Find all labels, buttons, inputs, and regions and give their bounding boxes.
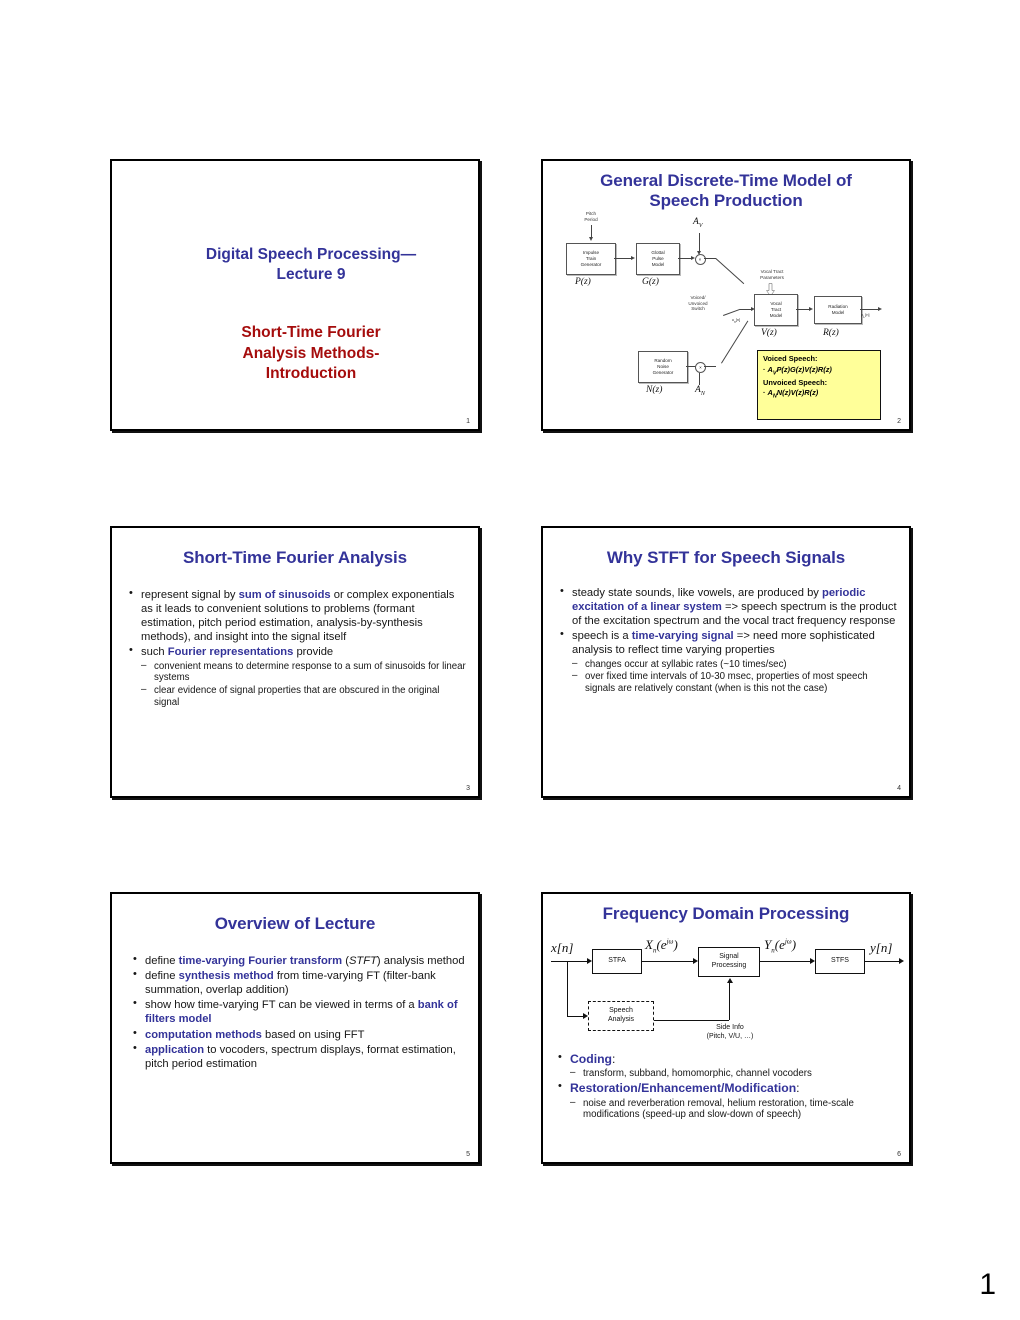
voiced-unvoiced-switch-label: Voiced/Unvoiced Switch [688, 295, 708, 312]
n-z-label: N(z) [646, 385, 663, 395]
bullet-item: define synthesis method from time-varyin… [132, 968, 466, 997]
slide-1-title-line2: Lecture 9 [276, 266, 346, 284]
slide-6-number: 6 [897, 1151, 901, 1158]
glottal-pulse-model-box: Glottal Pulse Model [636, 243, 680, 275]
slide-1-title-line1: Digital Speech Processing— [205, 246, 417, 263]
a-n-label: AN [695, 385, 705, 397]
signal-processing-output-label: Yn(ejω) [764, 937, 797, 955]
voiced-multiplier-icon: × [694, 253, 706, 265]
bullet-item: application to vocoders, spectrum displa… [132, 1042, 466, 1071]
radiation-model-box: Radiation Model [814, 296, 862, 324]
r-z-label: R(z) [823, 328, 839, 338]
slide-2-number: 2 [897, 418, 901, 425]
slide-6-title: Frequency Domain Processing [602, 904, 850, 923]
bullet-item: computation methods based on using FFT [132, 1027, 466, 1042]
bullet-item: Restoration/Enhancement/Modification: no… [557, 1080, 897, 1122]
slide-4-body: steady state sounds, like vowels, are pr… [559, 585, 897, 696]
bullet-item: represent signal by sum of sinusoids or … [128, 587, 466, 644]
sub-bullet-item: over fixed time intervals of 10-30 msec,… [572, 670, 897, 695]
slide-2: General Discrete-Time Model of Speech Pr… [541, 159, 911, 431]
sub-bullet-item: noise and reverberation removal, helium … [570, 1097, 897, 1122]
vocal-tract-model-box: Vocal Tract Model [754, 294, 798, 326]
sub-bullet-item: clear evidence of signal properties that… [141, 684, 466, 709]
slide-1: Digital Speech Processing— Lecture 9 Sho… [110, 159, 480, 431]
sub-bullet-item: transform, subband, homomorphic, channel… [570, 1067, 897, 1080]
slide-1-subtitle-red: Short-Time Fourier Analysis Methods- Int… [126, 323, 478, 429]
stfa-output-label: Xn(ejω) [645, 937, 678, 955]
stfa-block: STFA [592, 949, 642, 974]
pitch-period-label: Pitch Period [584, 211, 598, 222]
slide-2-title-line2: Speech Production [649, 191, 803, 211]
slide-5-body: define time-varying Fourier transform (S… [132, 953, 466, 1072]
slide-5: Overview of Lecture define time-varying … [110, 892, 480, 1164]
slide-3-number: 3 [466, 785, 470, 792]
sub-bullet-item: changes occur at syllabic rates (~10 tim… [572, 658, 897, 671]
slide-4: Why STFT for Speech Signals steady state… [541, 526, 911, 798]
slide-4-title: Why STFT for Speech Signals [606, 548, 846, 567]
slide-1-subtitle-line1: Short-Time Fourier [241, 324, 381, 341]
side-info-label: Side Info (Pitch, V/U, …) [706, 1024, 754, 1040]
slide-6-body: Coding: transform, subband, homomorphic,… [557, 1051, 897, 1122]
bullet-item: such Fourier representations provide con… [128, 644, 466, 709]
slide-2-title: General Discrete-Time Model of Speech Pr… [553, 171, 899, 211]
sub-bullet-item: convenient means to determine response t… [141, 660, 466, 685]
slide-1-number: 1 [466, 418, 470, 425]
impulse-train-generator-box: Impulse Train Generator [566, 243, 616, 275]
v-z-label: V(z) [761, 328, 777, 338]
slide-5-title: Overview of Lecture [214, 914, 376, 933]
voiced-speech-heading: Voiced Speech: [763, 354, 818, 363]
output-signal-label: pL[n] [861, 312, 870, 319]
slide-4-number: 4 [897, 785, 901, 792]
output-signal-label: y[n] [870, 940, 893, 955]
bullet-item: show how time-varying FT can be viewed i… [132, 997, 466, 1026]
bullet-item: speech is a time-varying signal => need … [559, 628, 897, 695]
bullet-item: define time-varying Fourier transform (S… [132, 953, 466, 968]
bullet-item: Coding: transform, subband, homomorphic,… [557, 1051, 897, 1080]
p-z-label: P(z) [575, 277, 591, 287]
vocal-tract-parameters-label: Vocal Tract Parameters [760, 269, 784, 280]
slide-1-subtitle-line2: Analysis Methods- [242, 344, 380, 362]
sheet-number: 1 [979, 1268, 996, 1301]
slide-2-title-line1: General Discrete-Time Model of [600, 171, 852, 190]
speech-equations-callout: Voiced Speech: · AVP(z)G(z)V(z)R(z) Unvo… [757, 350, 881, 420]
a-v-label: AV [693, 217, 703, 229]
bullet-item: steady state sounds, like vowels, are pr… [559, 585, 897, 628]
slide-1-subtitle-line3: Introduction [265, 365, 357, 383]
handout-page: Digital Speech Processing— Lecture 9 Sho… [0, 0, 1020, 1320]
unvoiced-speech-heading: Unvoiced Speech: [763, 377, 828, 387]
g-z-label: G(z) [642, 277, 659, 287]
input-signal-label: x[n] [551, 940, 574, 955]
random-noise-generator-box: Random Noise Generator [638, 351, 688, 383]
slide-3-title: Short-Time Fourier Analysis [182, 548, 408, 567]
speech-analysis-block: Speech Analysis [588, 1001, 654, 1031]
slide-5-number: 5 [466, 1151, 470, 1158]
slide-6: Frequency Domain Processing x[n] STFA Xn… [541, 892, 911, 1164]
voiced-speech-equation: · AVP(z)G(z)V(z)R(z) [763, 364, 832, 376]
slide-3: Short-Time Fourier Analysis represent si… [110, 526, 480, 798]
signal-processing-block: Signal Processing [698, 947, 760, 977]
unvoiced-speech-equation: · ANN(z)V(z)R(z) [763, 388, 819, 400]
stfs-block: STFS [815, 949, 865, 974]
frequency-domain-processing-block-diagram: x[n] STFA Xn(ejω) Signal Processing Yn(e… [549, 937, 907, 1048]
unvoiced-multiplier-icon: × [695, 361, 706, 373]
slide-3-body: represent signal by sum of sinusoids or … [128, 587, 466, 710]
